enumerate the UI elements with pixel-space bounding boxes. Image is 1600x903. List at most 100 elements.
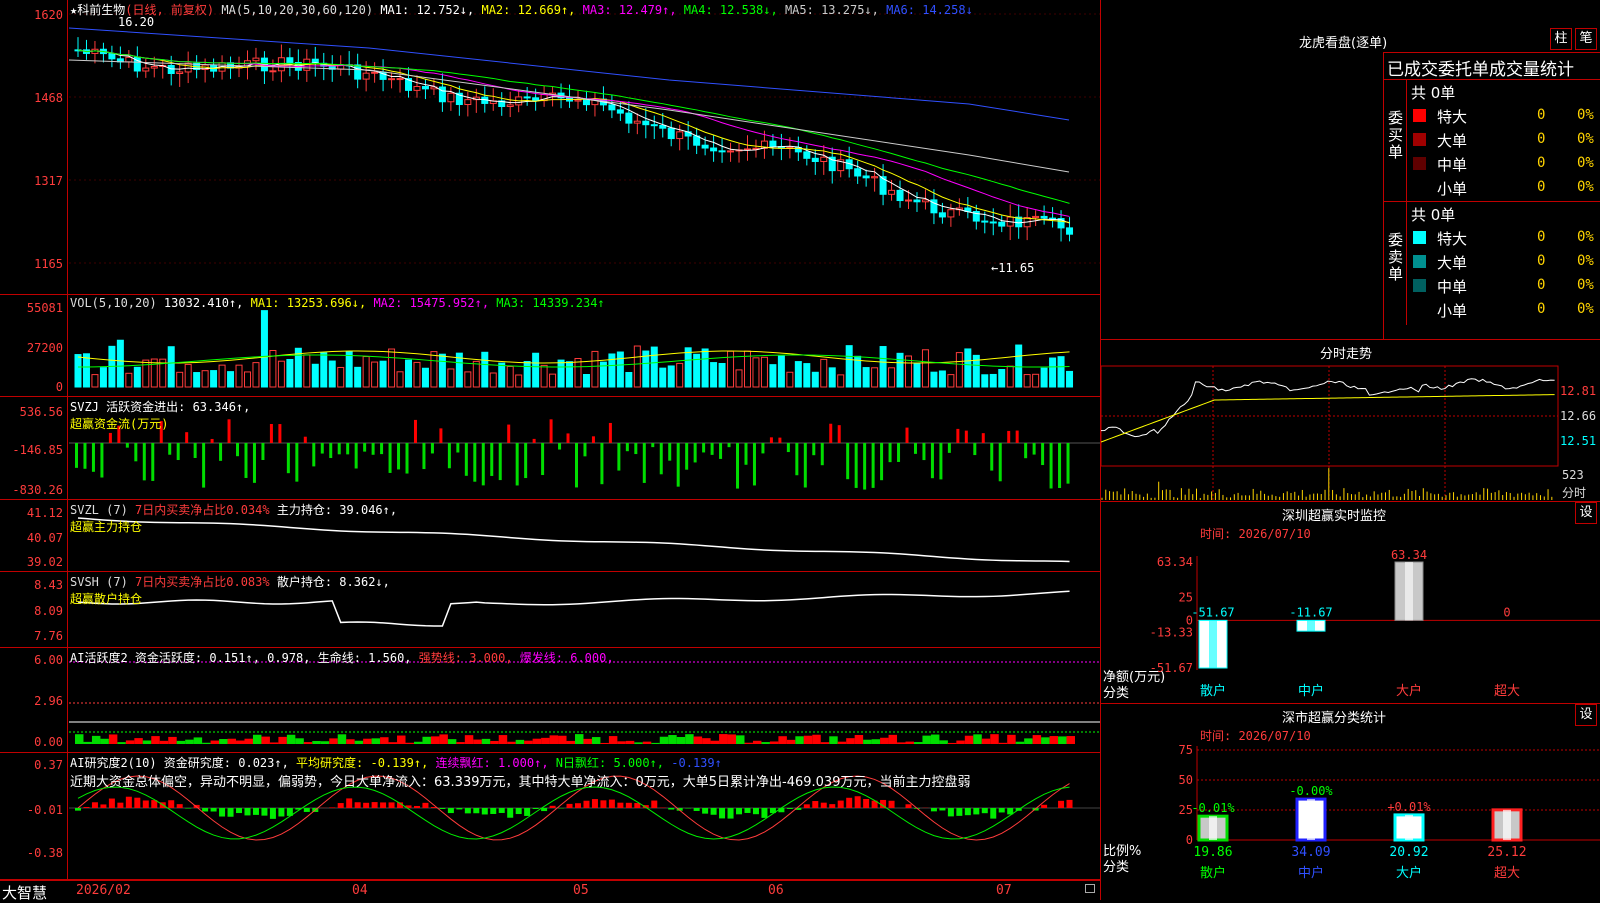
volume-bar (253, 363, 259, 387)
ai-active-tick: 0.00 (34, 735, 63, 749)
candle-body (355, 65, 361, 79)
flow-bar (643, 443, 646, 483)
research-bar (278, 808, 284, 816)
activity-bar (668, 735, 676, 744)
ai-research-axis: 0.37 -0.01 -0.38 (0, 753, 68, 879)
candle-body (151, 67, 157, 69)
activity-bar (507, 742, 515, 744)
candle-body (812, 158, 818, 161)
monitor-category: 超大 (1494, 684, 1520, 699)
intraday-chart[interactable] (1101, 364, 1559, 502)
candlestick-chart[interactable] (69, 0, 1100, 294)
candle-body (889, 190, 895, 194)
volume-chart[interactable] (69, 295, 1100, 396)
activity-bar (439, 734, 447, 744)
activity-bar (219, 739, 227, 744)
activity-bar (456, 742, 464, 744)
volume-bar (448, 369, 454, 387)
research-bar (83, 807, 89, 808)
activity-bar (787, 740, 795, 744)
candle-body (168, 65, 174, 73)
order-label: 小单 (1437, 178, 1467, 199)
ai-research-tick: -0.01 (27, 803, 63, 817)
svzj-tick: -830.26 (12, 483, 63, 497)
svzj-panel[interactable]: 536.56 -146.85 -830.26 SVZJ 活跃资金进出: 63.3… (0, 397, 1100, 500)
research-bar (507, 808, 513, 818)
volume-bar (804, 364, 810, 387)
classify-tick: 0 (1186, 833, 1193, 847)
candle-plot[interactable] (69, 0, 1100, 294)
candle-body (583, 100, 589, 105)
activity-bar (533, 739, 541, 744)
aia-legend-item: 爆发线: 6.000, (520, 651, 614, 665)
volume-plot[interactable] (69, 295, 1100, 396)
svzj-legend: SVZJ 活跃资金进出: 63.346↑, 超赢资金流(万元) (70, 398, 250, 432)
candle-body (948, 210, 954, 217)
order-color-swatch (1413, 157, 1426, 170)
volume-bar (202, 371, 208, 387)
research-bar (448, 808, 454, 813)
candle-body (626, 113, 632, 123)
volume-bar (117, 340, 123, 387)
ai-active-panel[interactable]: 6.00 2.96 0.00 AI活跃度2 资金活跃度: 0.151↑, 0.9… (0, 648, 1100, 753)
activity-bar (922, 736, 930, 744)
classification-panel[interactable]: 深市超赢分类统计 设 时间: 2026/07/10 7550250-0.01%1… (1101, 704, 1600, 900)
activity-bar (448, 739, 456, 744)
volume-panel[interactable]: 55081 27200 0 VOL(5,10,20) 13032.410↑, M… (0, 295, 1100, 397)
net-flow-bar-chart[interactable]: 63.34250-13.33-51.67-51.67散户-11.67中户63.3… (1101, 502, 1600, 704)
lock-icon[interactable] (1085, 884, 1095, 893)
activity-bar (956, 741, 964, 744)
volume-bar (660, 368, 666, 387)
ratio-value: 34.09 (1291, 845, 1330, 860)
flow-bar (389, 443, 392, 473)
ma-legend-item: MA(5,10,20,30,60,120) (221, 3, 380, 17)
flow-bar (329, 443, 332, 458)
ratio-bar-chart[interactable]: 7550250-0.01%19.86散户-0.00%34.09中户+0.01%2… (1101, 704, 1600, 900)
price-panel[interactable]: 1620 1468 1317 1165 ★科前生物(日线, 前复权) MA(5,… (0, 0, 1100, 295)
activity-bar (804, 736, 812, 744)
volume-bar (533, 353, 539, 387)
volume-bar (287, 360, 293, 387)
activity-bar (897, 742, 905, 744)
candle-body (804, 152, 810, 158)
monitor-category: 大户 (1396, 683, 1422, 699)
pen-mode-button[interactable]: 笔 (1575, 28, 1597, 50)
activity-bar (295, 738, 303, 744)
ai-research-panel[interactable]: 0.37 -0.01 -0.38 AI研究度2(10) 资金研究度: 0.023… (0, 753, 1100, 880)
activity-bar (973, 734, 981, 744)
order-pct: 0% (1577, 277, 1594, 293)
ai-active-tick: 2.96 (34, 694, 63, 708)
flow-bar (787, 443, 790, 452)
svsh-panel[interactable]: 8.43 8.09 7.76 SVSH (7) 7日内买卖净占比0.083% 散… (0, 572, 1100, 648)
flow-bar (770, 437, 773, 443)
svsh-legend-item: SVSH (7) (70, 575, 135, 589)
ai-summary-text: 近期大资金总体偏空，异动不明显，偏弱势，今日大单净流入：63.339万元，其中特… (70, 775, 970, 790)
ai-research-tick: -0.38 (27, 846, 63, 860)
order-color-swatch (1413, 255, 1426, 268)
research-bar (804, 804, 810, 808)
research-bar (126, 797, 132, 808)
research-bar (744, 808, 750, 813)
candle-body (575, 100, 581, 101)
order-label: 大单 (1437, 252, 1467, 273)
volume-bar (922, 350, 928, 387)
svzl-panel[interactable]: 41.12 40.07 39.02 SVZL (7) 7日内买卖净占比0.034… (0, 500, 1100, 572)
volume-bar (999, 370, 1005, 387)
research-bar (414, 806, 420, 808)
right-sidebar: 龙虎看盘(逐单) 柱 笔 已成交委托单成交量统计 委买单 共 0单特大00%大单… (1100, 0, 1600, 900)
svzl-axis: 41.12 40.07 39.02 (0, 500, 68, 571)
order-count: 0 (1537, 107, 1545, 123)
buy-side-label: 委买单 (1384, 79, 1407, 201)
air-legend-item: 连续飘红: 1.000↑, (436, 756, 556, 770)
candle-body (999, 222, 1005, 226)
intraday-panel[interactable]: 分时走势 12.81 12.66 12.51 523 分时 (1101, 339, 1600, 502)
activity-bar (143, 740, 151, 744)
flow-bar (75, 443, 78, 468)
flow-bar (270, 424, 273, 443)
order-count: 0 (1537, 131, 1545, 147)
realtime-monitor-panel[interactable]: 深圳超赢实时监控 设 时间: 2026/07/10 63.34250-13.33… (1101, 502, 1600, 704)
flow-bar (1024, 443, 1027, 458)
volume-bar (1058, 357, 1064, 387)
bar-mode-button[interactable]: 柱 (1550, 28, 1572, 50)
ma-line (78, 50, 1070, 217)
